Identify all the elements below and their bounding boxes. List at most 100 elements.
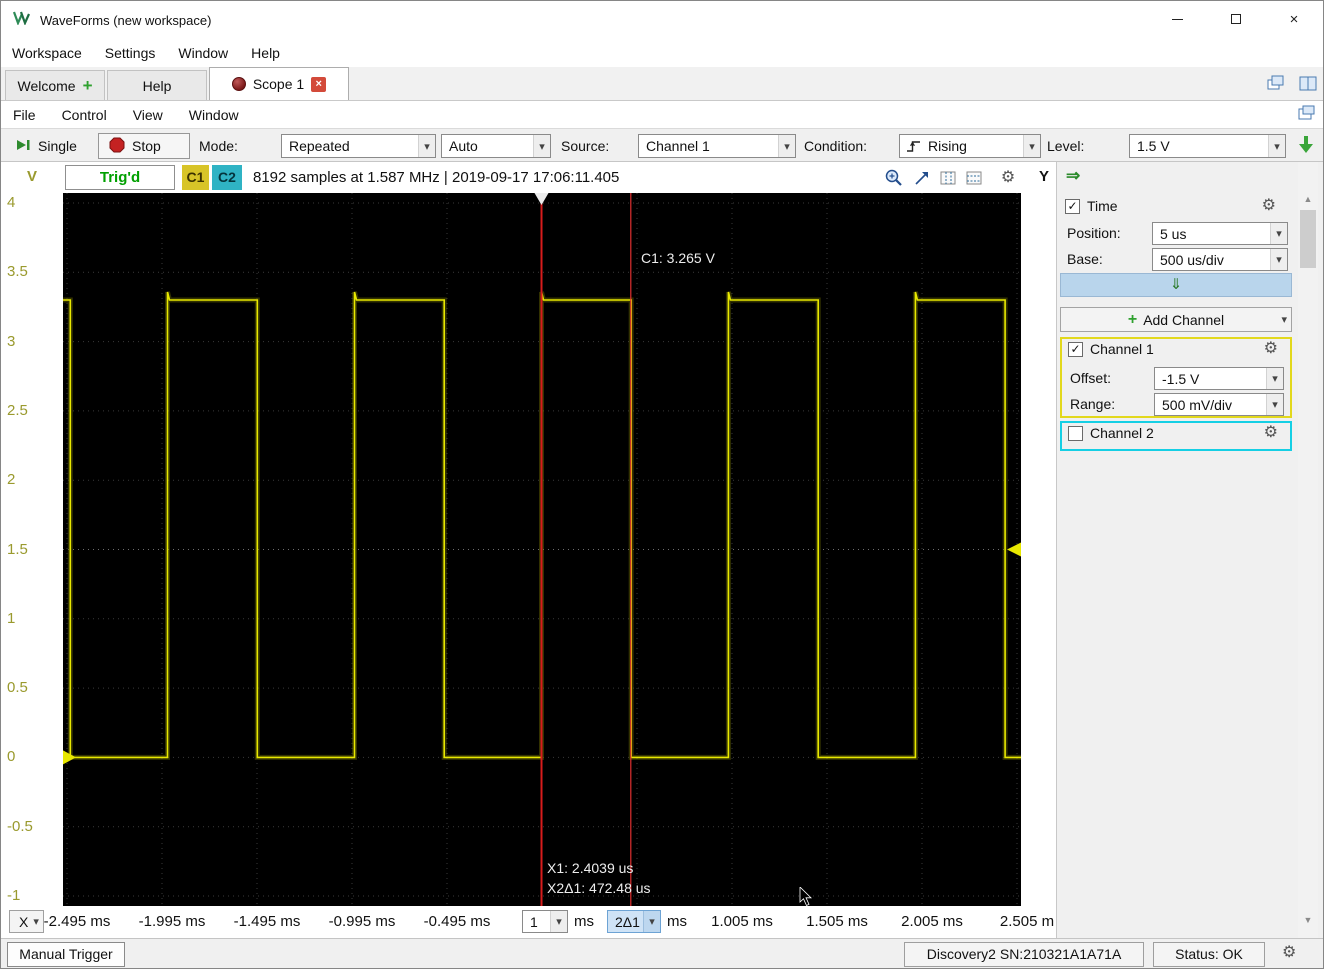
- tab-welcome[interactable]: Welcome +: [5, 70, 105, 100]
- y-axis-tick-label: 0: [7, 748, 15, 765]
- tile-windows-icon[interactable]: [1299, 75, 1317, 97]
- channel2-tab[interactable]: C2: [212, 165, 242, 190]
- y-axis-tick-label: 3: [7, 333, 15, 350]
- add-channel-button[interactable]: + Add Channel ▾: [1060, 307, 1292, 332]
- chevron-down-icon: ▾: [33, 915, 39, 928]
- chevron-down-icon: ▾: [418, 135, 435, 157]
- panel-scrollbar[interactable]: ▲ ▼: [1298, 162, 1318, 938]
- menu-scope-window[interactable]: Window: [179, 104, 249, 126]
- menu-settings[interactable]: Settings: [96, 41, 165, 65]
- channel2-title: Channel 2: [1090, 425, 1154, 441]
- add-channel-label: Add Channel: [1143, 312, 1224, 328]
- trigger-status-badge: Trig'd: [65, 165, 175, 190]
- plot-area[interactable]: C1: 3.265 V X1: 2.4039 us X2Δ1: 472.48 u…: [63, 193, 1021, 906]
- single-button-label: Single: [38, 138, 77, 154]
- expand-panel-icon[interactable]: ⇒: [1066, 166, 1080, 186]
- condition-value: Rising: [921, 138, 967, 154]
- scope-menubar: File Control View Window: [1, 101, 1323, 128]
- tab-help-label: Help: [143, 78, 172, 94]
- scrollbar-thumb[interactable]: [1300, 210, 1316, 268]
- source-select[interactable]: Channel 1 ▾: [638, 134, 796, 158]
- x1-cursor-readout: X1: 2.4039 us: [547, 860, 633, 876]
- channel1-checkbox[interactable]: ✓: [1068, 342, 1083, 357]
- horizontal-cursors-icon[interactable]: [963, 167, 985, 189]
- close-button[interactable]: ×: [1269, 3, 1319, 35]
- source-value: Channel 1: [639, 138, 710, 154]
- tab-close-icon[interactable]: ×: [311, 77, 326, 92]
- position-select[interactable]: 5 us ▾: [1152, 222, 1288, 245]
- minimize-button[interactable]: [1152, 3, 1202, 35]
- cursor2-selector[interactable]: 2Δ1 ▾: [607, 910, 661, 933]
- chevron-down-icon: ▾: [1023, 135, 1040, 157]
- x-axis-tick-label: -1.495 ms: [234, 913, 301, 930]
- manual-trigger-button[interactable]: Manual Trigger: [7, 942, 125, 967]
- channel2-checkbox[interactable]: [1068, 426, 1083, 441]
- stop-button[interactable]: Stop: [98, 133, 190, 159]
- vertical-cursors-icon[interactable]: [937, 167, 959, 189]
- x-axis: X ▾ 1 ▾ ms 2Δ1 ▾ ms -2.495 ms-1.995 ms-1…: [1, 906, 1056, 938]
- time-settings-gear-icon[interactable]: ⚙: [1262, 198, 1276, 214]
- menu-window[interactable]: Window: [169, 41, 237, 65]
- channel1-settings-gear-icon[interactable]: ⚙: [1264, 341, 1278, 357]
- cursor1-selector[interactable]: 1 ▾: [522, 910, 568, 933]
- panel-gutter: [1318, 162, 1324, 938]
- x-axis-selector[interactable]: X ▾: [9, 910, 44, 933]
- channel1-title: Channel 1: [1090, 341, 1154, 357]
- y-axis-selector-label[interactable]: Y: [1039, 168, 1049, 185]
- y-axis-tick-label: 3.5: [7, 263, 28, 280]
- tab-scope1-label: Scope 1: [253, 76, 304, 92]
- condition-select[interactable]: Rising ▾: [899, 134, 1041, 158]
- chevron-down-icon: ▾: [1266, 368, 1283, 389]
- scope-instrument-icon: [232, 77, 246, 91]
- position-label: Position:: [1067, 225, 1121, 241]
- y-axis: 43.532.521.510.50-0.5-1: [1, 193, 63, 906]
- settings-panel: ⇒ ✓ Time ⚙ Position: 5 us ▾ Base: 500 us…: [1056, 162, 1298, 938]
- tab-welcome-label: Welcome: [17, 78, 75, 94]
- statusbar-gear-icon[interactable]: ⚙: [1282, 945, 1296, 961]
- scroll-down-icon[interactable]: ▼: [1298, 915, 1318, 925]
- tab-help[interactable]: Help: [107, 70, 207, 100]
- cascade-windows-icon[interactable]: [1267, 75, 1285, 97]
- x-axis-tick-label: -1.995 ms: [139, 913, 206, 930]
- x-axis-tick-label: 2.505 m: [1000, 913, 1054, 930]
- menu-workspace[interactable]: Workspace: [3, 41, 91, 65]
- level-down-arrow-icon[interactable]: [1295, 134, 1317, 159]
- time-section-header: ✓ Time ⚙: [1057, 197, 1298, 219]
- range-select[interactable]: 500 mV/div ▾: [1154, 393, 1284, 416]
- pan-pointer-icon[interactable]: [911, 167, 933, 189]
- zoom-icon[interactable]: [883, 167, 905, 189]
- base-select[interactable]: 500 us/div ▾: [1152, 248, 1288, 271]
- x-axis-tick-label: -2.495 ms: [44, 913, 111, 930]
- time-checkbox[interactable]: ✓: [1065, 199, 1080, 214]
- x-axis-tick-label: -0.495 ms: [424, 913, 491, 930]
- chevron-down-icon: ▾: [643, 911, 660, 932]
- c1-cursor-readout: C1: 3.265 V: [641, 250, 715, 266]
- menu-file[interactable]: File: [3, 104, 46, 126]
- position-value: 5 us: [1153, 226, 1186, 242]
- single-button[interactable]: Single: [5, 133, 95, 159]
- minimize-icon: [1172, 19, 1183, 20]
- level-select[interactable]: 1.5 V ▾: [1129, 134, 1286, 158]
- channel2-settings-gear-icon[interactable]: ⚙: [1264, 425, 1278, 441]
- menu-control[interactable]: Control: [52, 104, 117, 126]
- mode-select[interactable]: Repeated ▾: [281, 134, 436, 158]
- y-axis-tick-label: -0.5: [7, 818, 33, 835]
- maximize-button[interactable]: [1211, 3, 1261, 35]
- offset-select[interactable]: -1.5 V ▾: [1154, 367, 1284, 390]
- cursor2-value: 2Δ1: [608, 914, 640, 930]
- undock-window-icon[interactable]: [1297, 105, 1315, 125]
- scroll-up-icon[interactable]: ▲: [1298, 194, 1318, 204]
- trigger-mode-select[interactable]: Auto ▾: [441, 134, 551, 158]
- channel1-tab[interactable]: C1: [182, 165, 209, 190]
- add-instrument-icon[interactable]: +: [83, 79, 93, 93]
- tab-scope1[interactable]: Scope 1 ×: [209, 67, 349, 100]
- menu-view[interactable]: View: [123, 104, 173, 126]
- source-label: Source:: [561, 138, 609, 154]
- menu-help[interactable]: Help: [242, 41, 289, 65]
- stop-icon: [109, 137, 125, 156]
- collapse-time-section-bar[interactable]: ⇓: [1060, 273, 1292, 297]
- offset-label: Offset:: [1070, 370, 1111, 386]
- condition-label: Condition:: [804, 138, 867, 154]
- plot-settings-gear-icon[interactable]: ⚙: [997, 167, 1019, 189]
- chevron-down-icon: ▾: [1268, 135, 1285, 157]
